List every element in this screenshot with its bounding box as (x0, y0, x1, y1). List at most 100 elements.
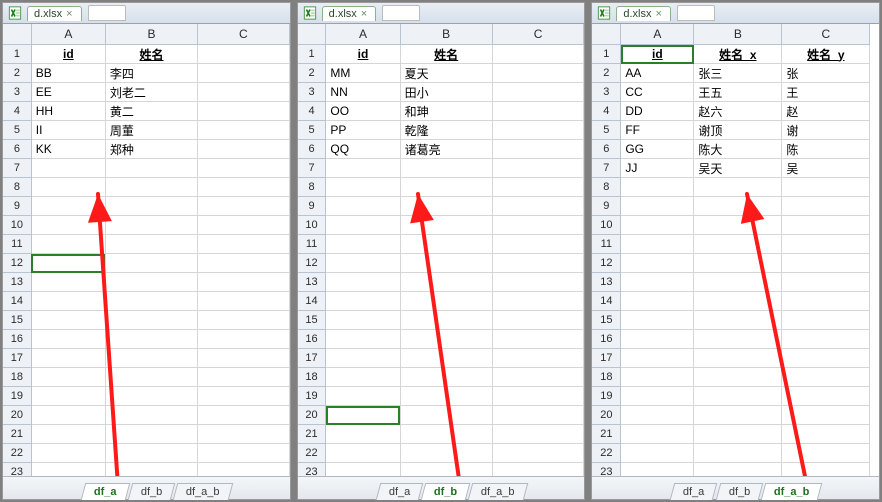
cell[interactable] (326, 368, 400, 387)
row-header[interactable]: 18 (298, 368, 326, 387)
row-header[interactable]: 21 (298, 425, 326, 444)
cell[interactable] (400, 216, 492, 235)
cell[interactable] (31, 311, 105, 330)
cell[interactable]: 诸葛亮 (400, 140, 492, 159)
new-tab-button[interactable] (382, 5, 420, 21)
sheet-tab-df_b[interactable]: df_b (127, 483, 175, 500)
cell[interactable]: MM (326, 64, 400, 83)
row-header[interactable]: 4 (3, 102, 31, 121)
cell[interactable] (105, 216, 197, 235)
cell[interactable] (782, 216, 870, 235)
cell[interactable] (105, 273, 197, 292)
cell[interactable]: KK (31, 140, 105, 159)
row-header[interactable]: 17 (3, 349, 31, 368)
cell[interactable] (694, 425, 782, 444)
row-header[interactable]: 8 (3, 178, 31, 197)
cell[interactable] (782, 197, 870, 216)
cell[interactable] (198, 292, 290, 311)
cell[interactable] (105, 425, 197, 444)
row-header[interactable]: 22 (298, 444, 326, 463)
cell[interactable] (400, 463, 492, 477)
cell[interactable]: EE (31, 83, 105, 102)
row-header[interactable]: 23 (298, 463, 326, 477)
cell[interactable] (31, 368, 105, 387)
cell[interactable]: JJ (621, 159, 694, 178)
row-header[interactable]: 6 (3, 140, 31, 159)
cell[interactable] (198, 197, 290, 216)
cell[interactable] (400, 330, 492, 349)
row-header[interactable]: 19 (592, 387, 621, 406)
cell[interactable]: CC (621, 83, 694, 102)
cell[interactable]: 赵 (782, 102, 870, 121)
cell[interactable] (782, 254, 870, 273)
row-header[interactable]: 10 (3, 216, 31, 235)
cell[interactable] (326, 178, 400, 197)
select-all-corner[interactable] (592, 24, 621, 45)
cell[interactable] (694, 463, 782, 477)
cell[interactable]: 夏天 (400, 64, 492, 83)
cell[interactable]: 王 (782, 83, 870, 102)
row-header[interactable]: 6 (592, 140, 621, 159)
cell[interactable] (492, 45, 584, 64)
cell[interactable]: PP (326, 121, 400, 140)
cell[interactable] (198, 83, 290, 102)
sheet-tab-df_b[interactable]: df_b (421, 483, 471, 500)
select-all-corner[interactable] (3, 24, 31, 45)
cell[interactable] (492, 330, 584, 349)
row-header[interactable]: 5 (592, 121, 621, 140)
cell[interactable] (400, 425, 492, 444)
cell[interactable] (198, 121, 290, 140)
cell[interactable]: GG (621, 140, 694, 159)
cell[interactable] (694, 387, 782, 406)
cell[interactable]: 吴 (782, 159, 870, 178)
cell[interactable] (198, 387, 290, 406)
row-header[interactable]: 23 (592, 463, 621, 477)
row-header[interactable]: 2 (298, 64, 326, 83)
cell[interactable] (694, 330, 782, 349)
sheet-tab-df_a[interactable]: df_a (670, 483, 718, 500)
row-header[interactable]: 12 (298, 254, 326, 273)
select-all-corner[interactable] (298, 24, 326, 45)
new-tab-button[interactable] (677, 5, 715, 21)
row-header[interactable]: 6 (298, 140, 326, 159)
cell[interactable] (31, 292, 105, 311)
cell[interactable]: 黄二 (105, 102, 197, 121)
cell[interactable] (621, 235, 694, 254)
cell[interactable]: 谢 (782, 121, 870, 140)
cell[interactable] (326, 235, 400, 254)
cell[interactable]: 张三 (694, 64, 782, 83)
row-header[interactable]: 20 (592, 406, 621, 425)
cell[interactable] (621, 444, 694, 463)
cell[interactable] (198, 349, 290, 368)
cell[interactable] (31, 463, 105, 477)
row-header[interactable]: 9 (298, 197, 326, 216)
row-header[interactable]: 12 (592, 254, 621, 273)
row-header[interactable]: 13 (592, 273, 621, 292)
sheet-area[interactable]: ABC1id姓名2MM夏天3NN田小4OO和珅5PP乾隆6QQ诸葛亮789101… (298, 24, 585, 476)
cell[interactable] (105, 311, 197, 330)
document-tab[interactable]: d.xlsx× (322, 6, 377, 21)
row-header[interactable]: 10 (298, 216, 326, 235)
cell[interactable]: AA (621, 64, 694, 83)
cell[interactable]: 李四 (105, 64, 197, 83)
cell[interactable]: 和珅 (400, 102, 492, 121)
cell[interactable] (492, 273, 584, 292)
cell[interactable]: QQ (326, 140, 400, 159)
cell[interactable] (31, 425, 105, 444)
cell[interactable] (326, 292, 400, 311)
cell[interactable] (198, 463, 290, 477)
column-header[interactable]: B (694, 24, 782, 45)
cell[interactable]: DD (621, 102, 694, 121)
cell[interactable] (782, 349, 870, 368)
cell[interactable] (492, 140, 584, 159)
row-header[interactable]: 14 (592, 292, 621, 311)
cell[interactable] (492, 368, 584, 387)
cell[interactable] (782, 406, 870, 425)
cell[interactable] (105, 178, 197, 197)
row-header[interactable]: 8 (592, 178, 621, 197)
cell[interactable] (492, 387, 584, 406)
cell[interactable] (105, 292, 197, 311)
cell[interactable] (198, 425, 290, 444)
cell[interactable]: 姓名_x (694, 45, 782, 64)
cell[interactable] (105, 463, 197, 477)
